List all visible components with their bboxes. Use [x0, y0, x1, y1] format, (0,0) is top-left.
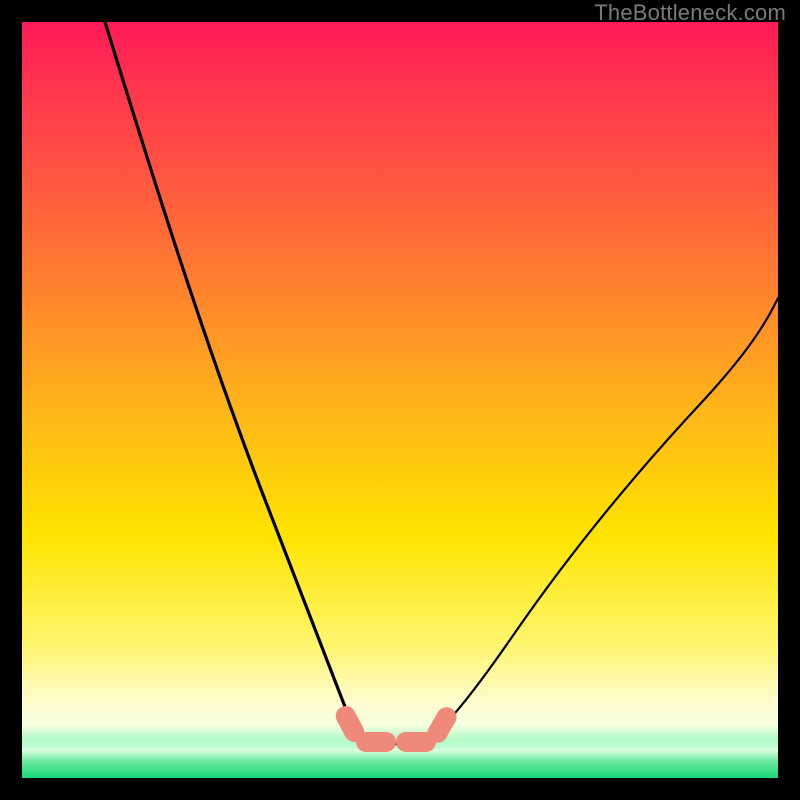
bottleneck-curve	[22, 22, 778, 778]
outer-frame: TheBottleneck.com	[0, 0, 800, 800]
watermark-text: TheBottleneck.com	[594, 0, 786, 26]
curve-right-branch	[423, 298, 778, 742]
curve-left-branch	[105, 22, 370, 742]
marker-blob-left-lower	[356, 732, 396, 752]
plot-area	[22, 22, 778, 778]
